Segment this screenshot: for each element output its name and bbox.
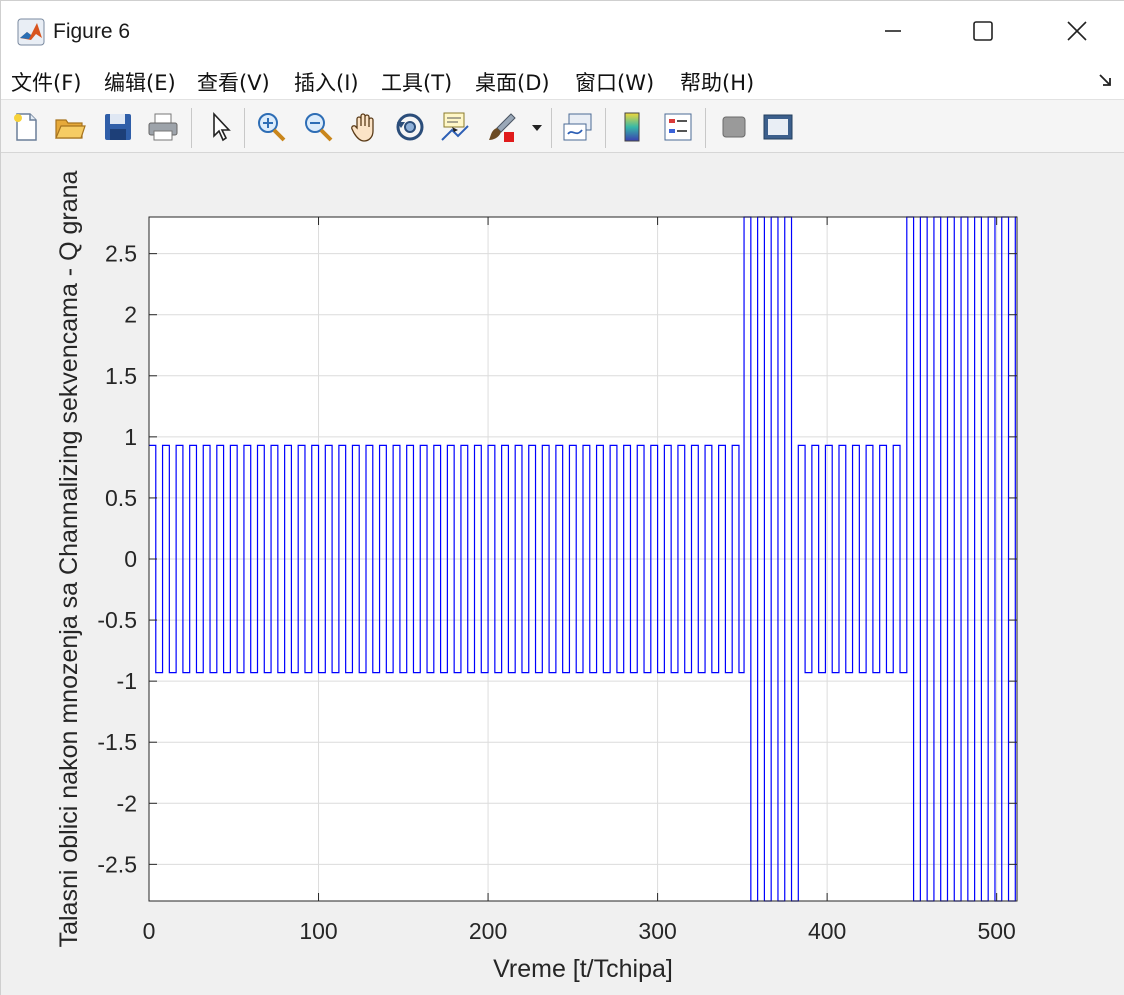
hide-plot-tools-icon[interactable] <box>717 110 751 144</box>
x-axis-label: Vreme [t/Tchipa] <box>493 955 673 983</box>
brush-dropdown-icon[interactable] <box>527 110 547 144</box>
menu-insert[interactable]: 插入(I) <box>294 67 359 97</box>
zoom-in-icon[interactable] <box>254 110 288 144</box>
maximize-icon <box>973 21 993 41</box>
rotate-3d-icon[interactable] <box>393 110 427 144</box>
toolbar-separator <box>191 108 192 148</box>
brush-icon[interactable] <box>485 110 519 144</box>
x-tick-label: 400 <box>808 918 846 944</box>
y-axis-label: Talasni oblici nakon mnozenja sa Channal… <box>55 170 83 947</box>
toolbar-separator <box>244 108 245 148</box>
menu-edit[interactable]: 编辑(E) <box>104 67 176 97</box>
pan-hand-icon[interactable] <box>348 110 382 144</box>
x-tick-label: 200 <box>469 918 507 944</box>
new-figure-icon[interactable] <box>9 110 43 144</box>
y-tick-label: -2.5 <box>97 851 137 877</box>
window-title: Figure 6 <box>53 20 131 43</box>
y-tick-label: 1.5 <box>105 363 137 389</box>
menu-file[interactable]: 文件(F) <box>11 67 81 97</box>
y-tick-label: -2 <box>117 790 137 816</box>
title-bar: Figure 6 <box>1 1 1124 61</box>
print-icon[interactable] <box>146 110 180 144</box>
y-tick-label: 0.5 <box>105 485 137 511</box>
minimize-button[interactable] <box>847 1 939 61</box>
figure-canvas: 0 100 200 300 400 500 -2.5 -2 -1.5 -1 -0.5 0 0.5 1 1.… <box>1 153 1124 995</box>
figure-toolbar <box>1 99 1124 153</box>
close-button[interactable] <box>1031 1 1123 61</box>
menu-help[interactable]: 帮助(H) <box>680 67 754 97</box>
figure-window: Figure 6 文件(F) 编辑(E) 查看(V) 插入(I) 工具(T) 桌… <box>0 0 1124 995</box>
y-tick-label: -0.5 <box>97 607 137 633</box>
matlab-logo-icon <box>17 18 45 46</box>
x-tick-labels: 0 100 200 300 400 500 <box>143 918 1016 944</box>
y-tick-label: -1.5 <box>97 729 137 755</box>
y-tick-label: 2.5 <box>105 241 137 267</box>
legend-icon[interactable] <box>661 110 695 144</box>
menu-tools[interactable]: 工具(T) <box>381 67 452 97</box>
select-pointer-icon[interactable] <box>204 110 238 144</box>
plot-canvas: 0 100 200 300 400 500 -2.5 -2 -1.5 -1 -0.5 0 0.5 1 1.… <box>55 170 1018 983</box>
toolbar-separator <box>705 108 706 148</box>
link-plot-icon[interactable] <box>561 110 595 144</box>
x-tick-label: 0 <box>143 918 156 944</box>
menu-bar: 文件(F) 编辑(E) 查看(V) 插入(I) 工具(T) 桌面(D) 窗口(W… <box>1 61 1124 99</box>
y-tick-labels: -2.5 -2 -1.5 -1 -0.5 0 0.5 1 1.5 2 2.5 <box>97 241 137 878</box>
menu-view[interactable]: 查看(V) <box>197 67 270 97</box>
toolbar-separator <box>551 108 552 148</box>
show-plot-tools-icon[interactable] <box>761 110 795 144</box>
x-tick-label: 300 <box>638 918 676 944</box>
menu-window[interactable]: 窗口(W) <box>575 67 654 97</box>
y-tick-label: -1 <box>117 668 137 694</box>
y-tick-label: 1 <box>124 424 137 450</box>
save-icon[interactable] <box>101 110 135 144</box>
dock-arrow-icon[interactable] <box>1097 71 1115 89</box>
x-tick-label: 100 <box>299 918 337 944</box>
maximize-button[interactable] <box>937 1 1029 61</box>
menu-desktop[interactable]: 桌面(D) <box>475 67 550 97</box>
x-tick-label: 500 <box>977 918 1015 944</box>
y-tick-label: 2 <box>124 302 137 328</box>
data-cursor-icon[interactable] <box>438 110 472 144</box>
y-tick-label: 0 <box>124 546 137 572</box>
colorbar-icon[interactable] <box>615 110 649 144</box>
zoom-out-icon[interactable] <box>301 110 335 144</box>
open-file-icon[interactable] <box>53 110 87 144</box>
toolbar-separator <box>605 108 606 148</box>
minimize-icon <box>885 30 901 32</box>
close-icon <box>1067 21 1087 41</box>
